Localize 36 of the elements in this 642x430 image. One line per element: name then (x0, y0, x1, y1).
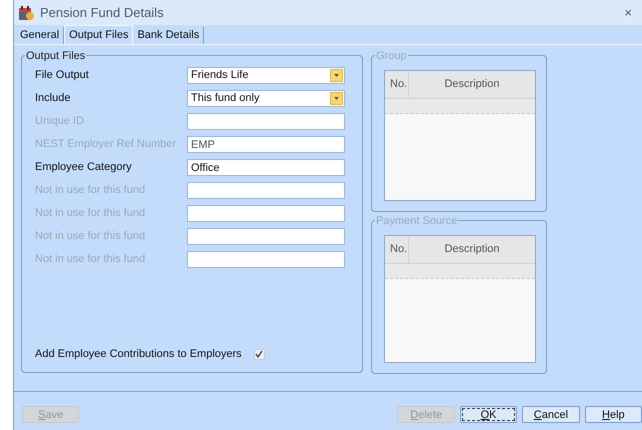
field-label: Not in use for this fund (35, 206, 146, 222)
dropdown[interactable]: Friends Life (187, 67, 345, 84)
input-field[interactable] (187, 113, 345, 130)
tab[interactable]: Output Files (64, 25, 134, 44)
checkbox-label: Add Employee Contributions to Employers (35, 347, 242, 362)
field-label: Not in use for this fund (35, 183, 146, 198)
field-label: NEST Employer Ref Number (35, 137, 178, 152)
close-button[interactable]: × (620, 2, 636, 22)
window-title: Pension Fund Details (40, 4, 165, 22)
calendar-icon (18, 4, 34, 20)
input-field[interactable] (187, 205, 345, 222)
group-title: Payment Source (375, 213, 458, 230)
tab[interactable]: Bank Details (133, 27, 204, 44)
button[interactable]: OK (460, 406, 518, 423)
field-label: Not in use for this fund (35, 229, 146, 244)
button[interactable]: Help (584, 406, 642, 423)
column-header[interactable]: Description (409, 236, 535, 263)
column-header[interactable]: No. (385, 236, 409, 263)
button[interactable]: Cancel (522, 406, 580, 423)
input-field[interactable] (187, 251, 345, 268)
checkbox[interactable] (254, 348, 265, 360)
field-label: Not in use for this fund (35, 252, 146, 268)
group-title: Output Files (25, 48, 86, 64)
input-field[interactable] (187, 228, 345, 245)
empty-table-row[interactable] (385, 99, 535, 114)
field-label: Employee Category (35, 160, 133, 176)
dropdown[interactable]: This fund only (187, 90, 345, 107)
group-title: Group (375, 48, 408, 64)
field-label: File Output (35, 68, 90, 84)
field-label: Unique ID (35, 114, 85, 130)
empty-table-row[interactable] (385, 264, 535, 279)
field-label: Include (35, 91, 72, 106)
input-field[interactable]: Office (187, 159, 345, 176)
column-header[interactable]: No. (385, 71, 409, 98)
input-field[interactable] (187, 182, 345, 199)
column-header[interactable]: Description (409, 71, 535, 98)
